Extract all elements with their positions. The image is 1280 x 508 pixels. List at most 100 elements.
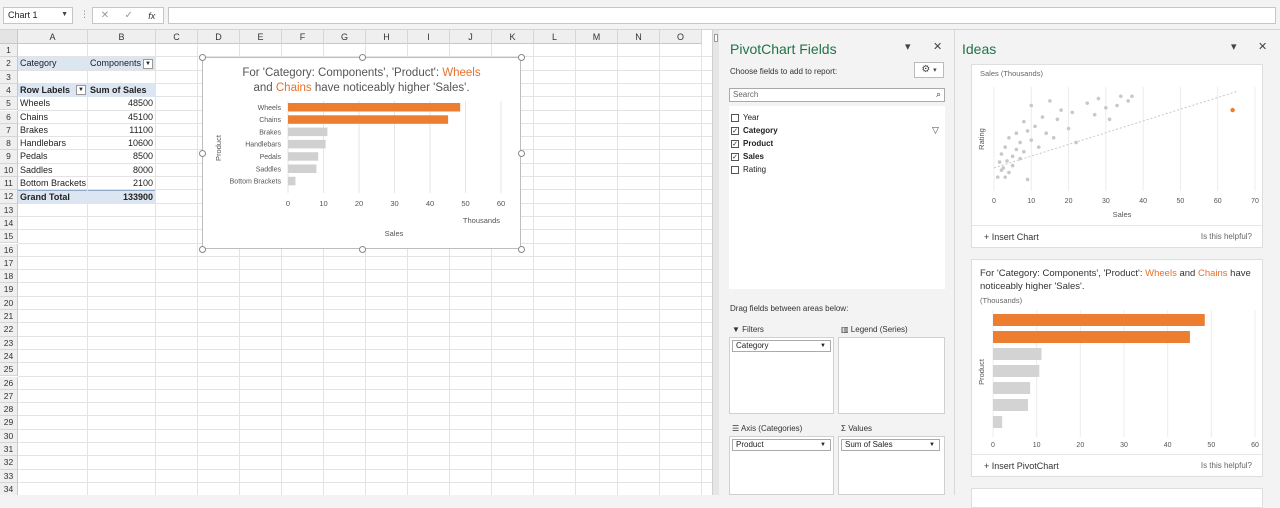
checkbox[interactable] (731, 166, 739, 174)
row-header-25[interactable]: 25 (0, 363, 18, 377)
column-header-d[interactable]: D (198, 30, 240, 44)
pivot-row-label[interactable]: Saddles (18, 164, 87, 177)
scatter-point[interactable] (1003, 175, 1007, 179)
row-header-5[interactable]: 5 (0, 97, 18, 111)
checkbox[interactable]: ✓ (731, 127, 739, 135)
close-icon[interactable]: ✕ (1258, 40, 1267, 53)
row-header-1[interactable]: 1 (0, 44, 18, 58)
row-header-6[interactable]: 6 (0, 110, 18, 124)
row-header-18[interactable]: 18 (0, 270, 18, 284)
axis-area[interactable]: Product ▼ (729, 436, 834, 495)
pivot-row-label[interactable]: Handlebars (18, 137, 87, 150)
resize-handle[interactable] (199, 54, 206, 61)
resize-handle[interactable] (518, 246, 525, 253)
scatter-point[interactable] (1022, 119, 1026, 124)
row-header-26[interactable]: 26 (0, 376, 18, 390)
values-chip-sum-of-sales[interactable]: Sum of Sales ▼ (841, 439, 940, 451)
pivot-row-value[interactable]: 45100 (88, 111, 155, 124)
column-header-a[interactable]: A (18, 30, 88, 44)
scatter-point[interactable] (1025, 129, 1030, 133)
bar-idea-bar[interactable] (993, 382, 1031, 394)
scatter-point[interactable] (995, 175, 1000, 179)
row-header-22[interactable]: 22 (0, 323, 18, 337)
scatter-highlight-point[interactable] (1230, 107, 1235, 113)
scatter-point[interactable] (1118, 94, 1123, 99)
idea-card-next[interactable] (971, 488, 1263, 508)
formula-input[interactable] (168, 7, 1276, 24)
pivot-chart[interactable]: For 'Category: Components', 'Product': W… (199, 54, 525, 253)
chart-bar[interactable] (288, 164, 317, 174)
insert-chart-button[interactable]: + Insert Chart (984, 226, 1039, 248)
row-header-23[interactable]: 23 (0, 336, 18, 350)
values-area[interactable]: Sum of Sales ▼ (838, 436, 945, 495)
row-header-30[interactable]: 30 (0, 429, 18, 443)
resize-handle[interactable] (199, 150, 206, 157)
bar-idea-bar[interactable] (993, 416, 1003, 428)
row-header-3[interactable]: 3 (0, 70, 18, 84)
pivot-row-label[interactable]: Pedals (18, 150, 87, 163)
row-header-10[interactable]: 10 (0, 163, 18, 177)
scatter-point[interactable] (1074, 140, 1078, 145)
field-search-input[interactable]: Search ⌕ (729, 88, 945, 102)
scatter-point[interactable] (1018, 140, 1022, 145)
field-category[interactable]: ✓ Category (731, 125, 778, 137)
row-header-34[interactable]: 34 (0, 482, 18, 495)
close-icon[interactable]: ✕ (933, 40, 942, 53)
column-header-k[interactable]: K (492, 30, 534, 44)
column-header-i[interactable]: I (408, 30, 450, 44)
row-header-29[interactable]: 29 (0, 416, 18, 430)
column-header-n[interactable]: N (618, 30, 660, 44)
pane-options-icon[interactable]: ▾ (1231, 40, 1237, 53)
filters-area[interactable]: Category ▼ (729, 337, 834, 414)
chart-bar[interactable] (288, 127, 328, 137)
row-header-13[interactable]: 13 (0, 203, 18, 217)
scatter-point[interactable] (997, 160, 1002, 164)
pivot-row-value[interactable]: 8500 (88, 150, 155, 163)
scatter-point[interactable] (1036, 145, 1041, 149)
row-header-33[interactable]: 33 (0, 469, 18, 483)
scatter-point[interactable] (1007, 170, 1011, 175)
row-header-7[interactable]: 7 (0, 123, 18, 138)
scatter-point[interactable] (1096, 96, 1101, 101)
scatter-point[interactable] (1070, 110, 1075, 115)
scatter-point[interactable] (1048, 99, 1052, 103)
chevron-down-icon[interactable]: ▼ (820, 440, 826, 450)
column-header-l[interactable]: L (534, 30, 576, 44)
bar-idea-bar[interactable] (993, 331, 1190, 343)
scatter-point[interactable] (1014, 131, 1019, 136)
scatter-point[interactable] (1055, 117, 1060, 122)
scatter-point[interactable] (1085, 101, 1090, 105)
row-header-24[interactable]: 24 (0, 349, 18, 364)
scatter-point[interactable] (999, 152, 1004, 156)
column-header-o[interactable]: O (660, 30, 702, 44)
scatter-point[interactable] (1092, 112, 1097, 117)
scatter-point[interactable] (1022, 149, 1026, 154)
bar-idea-bar[interactable] (993, 399, 1028, 411)
filter-dropdown-icon[interactable]: ▼ (143, 58, 153, 69)
chevron-down-icon[interactable]: ▼ (929, 440, 935, 450)
row-header-12[interactable]: 12 (0, 190, 18, 204)
select-all-corner[interactable] (0, 30, 18, 44)
bar-idea-bar[interactable] (993, 365, 1040, 377)
scatter-point[interactable] (1130, 94, 1134, 99)
spreadsheet-grid[interactable]: A B C D E F G H I J K L M N O 1 2 3 4 5 6 7 8 9 10 11 12 13 14 15 16 17… (0, 30, 712, 495)
resize-handle[interactable] (518, 54, 525, 61)
scatter-point[interactable] (1025, 177, 1030, 182)
helpful-link[interactable]: Is this helpful? (1201, 226, 1252, 248)
checkbox[interactable]: ✓ (731, 140, 739, 148)
resize-handle[interactable] (199, 246, 206, 253)
scatter-point[interactable] (1007, 136, 1011, 140)
column-header-c[interactable]: C (156, 30, 198, 44)
column-header-b[interactable]: B (88, 30, 156, 44)
scatter-point[interactable] (1014, 147, 1019, 152)
scatter-point[interactable] (1010, 163, 1015, 168)
column-header-f[interactable]: F (282, 30, 324, 44)
sort-filter-icon[interactable]: ▼ (76, 85, 86, 96)
scatter-point[interactable] (1040, 115, 1045, 119)
pivot-row-label[interactable]: Wheels (18, 97, 87, 110)
scatter-point[interactable] (1059, 108, 1063, 112)
row-header-20[interactable]: 20 (0, 296, 18, 310)
idea-card-scatter[interactable]: Sales (Thousands) 0 10 20 30 40 50 60 70 Sales Rat… (971, 64, 1263, 248)
column-header-g[interactable]: G (324, 30, 366, 44)
row-header-4[interactable]: 4 (0, 83, 18, 98)
